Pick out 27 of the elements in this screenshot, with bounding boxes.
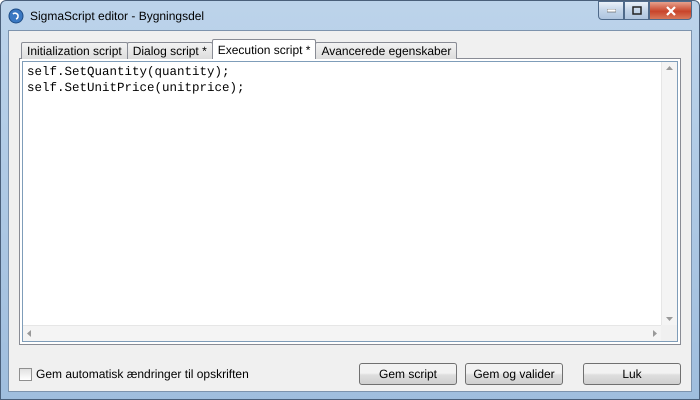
tab[interactable]: Execution script *: [212, 39, 316, 59]
checkbox-label: Gem automatisk ændringer til opskriften: [36, 367, 249, 381]
scrollbar-corner: [661, 325, 677, 341]
vertical-scrollbar[interactable]: [661, 62, 677, 325]
dialog-button[interactable]: Luk: [583, 363, 681, 385]
scroll-down-icon: [666, 317, 673, 321]
dialog-button[interactable]: Gem og valider: [465, 363, 563, 385]
tab[interactable]: Avancerede egenskaber: [315, 42, 458, 59]
tab[interactable]: Dialog script *: [126, 42, 213, 59]
scroll-up-icon: [666, 66, 673, 70]
code-line: self.SetUnitPrice(unitprice);: [27, 80, 246, 96]
dialog-button[interactable]: Gem script: [359, 363, 457, 385]
minimize-icon: [606, 8, 616, 12]
code-editor[interactable]: self.SetQuantity(quantity); self.SetUnitPrice(unitprice);: [22, 61, 678, 342]
horizontal-scrollbar[interactable]: [23, 325, 661, 341]
close-button[interactable]: [649, 1, 692, 20]
minimize-button[interactable]: [598, 1, 624, 20]
scroll-left-icon: [27, 330, 31, 337]
close-icon: [666, 6, 676, 16]
scroll-right-icon: [653, 330, 657, 337]
checkbox[interactable]: [19, 368, 32, 380]
window-title: SigmaScript editor - Bygningsdel: [30, 8, 206, 22]
maximize-button[interactable]: [624, 1, 649, 20]
maximize-icon: [632, 6, 642, 15]
tab[interactable]: Initialization script: [21, 42, 128, 59]
app-icon: [8, 8, 24, 24]
code-line: self.SetQuantity(quantity);: [27, 64, 231, 80]
